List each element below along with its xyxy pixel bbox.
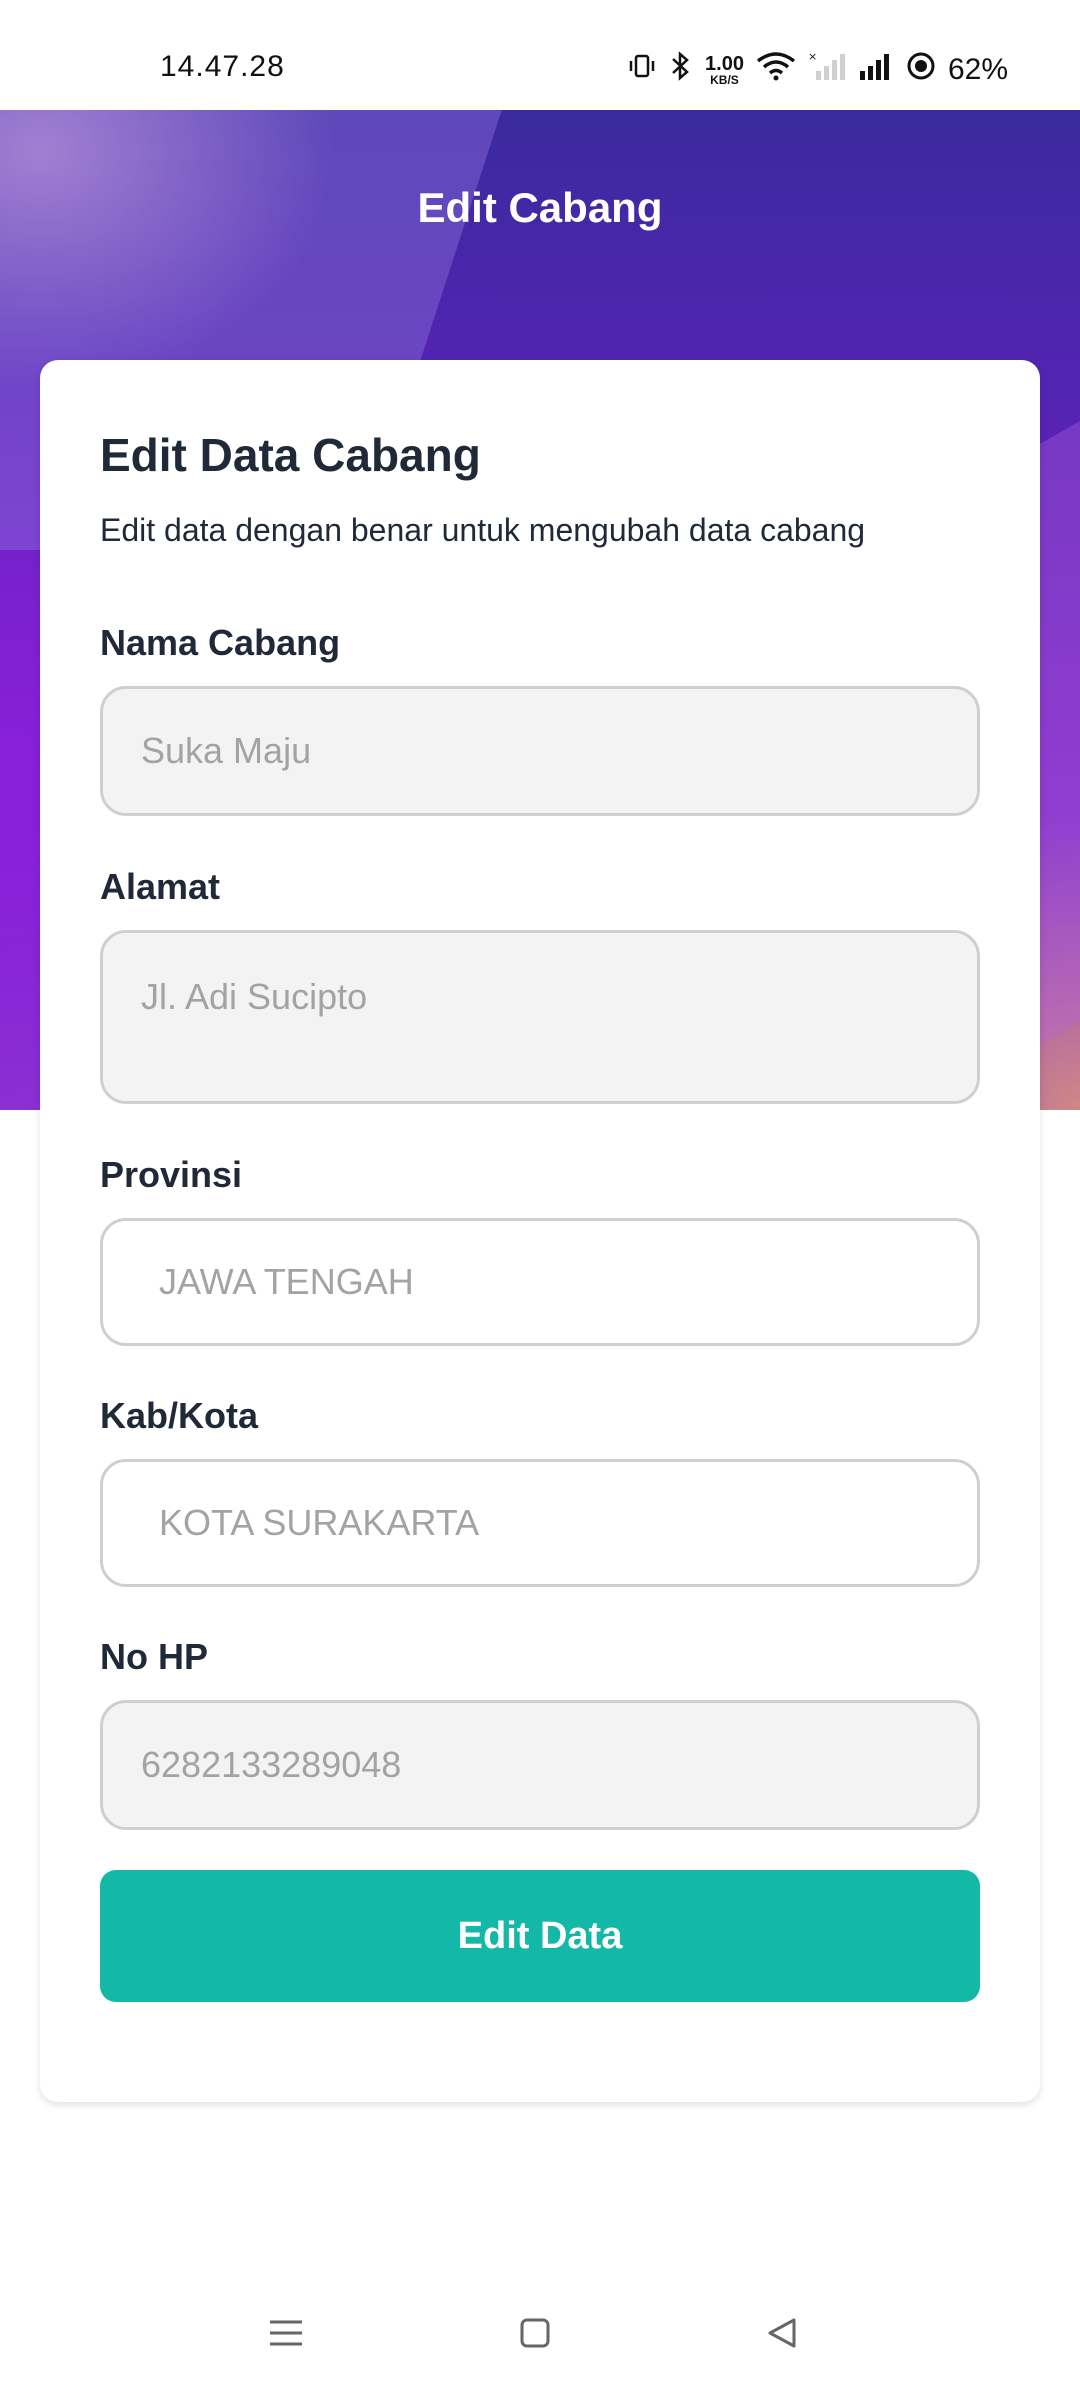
page-title: Edit Cabang	[417, 184, 663, 231]
alamat-label: Alamat	[100, 866, 221, 907]
nama-cabang-label: Nama Cabang	[100, 622, 341, 663]
back-button[interactable]	[752, 2310, 812, 2360]
svg-text:×: ×	[808, 51, 817, 63]
status-bar: 14.47.28 1.00 KB/S × 62%	[0, 0, 1080, 110]
battery-icon	[906, 51, 936, 89]
home-icon	[519, 2317, 551, 2354]
back-icon	[766, 2317, 798, 2354]
menu-button[interactable]	[256, 2310, 316, 2360]
navigation-bar	[0, 2290, 1080, 2400]
provinsi-label: Provinsi	[100, 1154, 243, 1195]
nama-cabang-input[interactable]	[100, 686, 980, 816]
no-hp-input[interactable]	[100, 1700, 980, 1830]
form-title: Edit Data Cabang	[100, 429, 481, 481]
signal-sim1-icon	[858, 51, 894, 89]
net-speed-value: 1.00	[705, 53, 744, 75]
form-card: Edit Data Cabang Edit data dengan benar …	[40, 360, 1040, 2102]
provinsi-select[interactable]	[100, 1218, 980, 1346]
status-time: 14.47.28	[160, 50, 285, 83]
edit-data-button[interactable]: Edit Data	[100, 1870, 980, 2002]
alamat-textarea[interactable]	[100, 930, 980, 1104]
home-button[interactable]	[505, 2310, 565, 2360]
signal-sim2-icon: ×	[808, 50, 846, 89]
net-speed: 1.00 KB/S	[705, 54, 744, 86]
wifi-icon	[756, 51, 796, 89]
no-hp-label: No HP	[100, 1636, 208, 1677]
status-icons: 1.00 KB/S × 62%	[627, 50, 1008, 90]
kab-kota-label: Kab/Kota	[100, 1395, 259, 1436]
form-subtitle: Edit data dengan benar untuk mengubah da…	[100, 512, 866, 548]
menu-icon	[268, 2317, 304, 2354]
vibrate-icon	[627, 51, 657, 89]
battery-level: 62%	[947, 53, 1008, 86]
bluetooth-icon	[669, 50, 693, 90]
kab-kota-select[interactable]	[100, 1459, 980, 1587]
net-speed-unit: KB/S	[710, 73, 739, 87]
